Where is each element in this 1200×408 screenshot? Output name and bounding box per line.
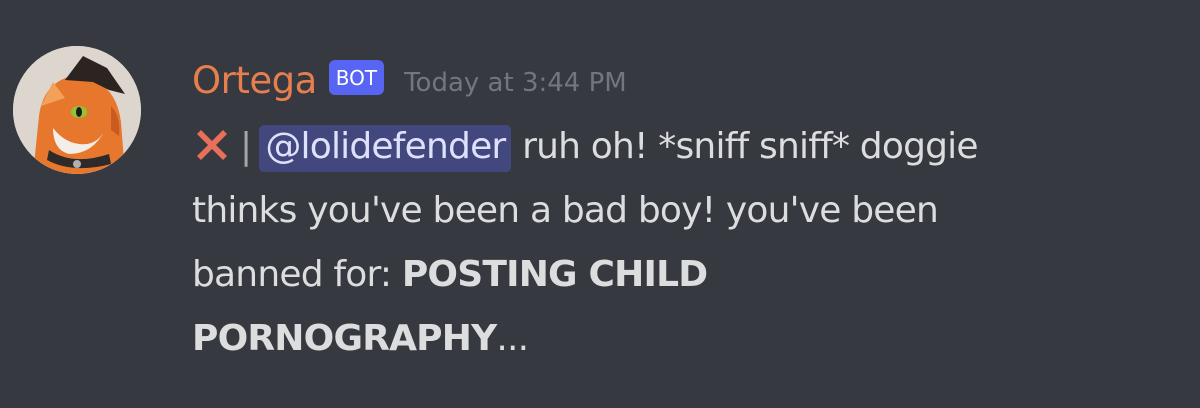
message-text-line-3: banned for: [192, 254, 392, 295]
cross-mark-icon [192, 125, 232, 165]
timestamp[interactable]: Today at 3:44 PM [404, 68, 627, 98]
message-header: Ortega BOT Today at 3:44 PM [192, 52, 627, 108]
message-text-line-1: ruh oh! *sniff sniff* doggie [522, 126, 978, 167]
chat-message: Ortega BOT Today at 3:44 PM | @lolidefend… [0, 0, 1200, 408]
ellipsis: ... [496, 318, 529, 359]
message-line-1: | @lolidefender ruh oh! *sniff sniff* dog… [192, 115, 1182, 179]
separator: | [240, 126, 252, 167]
message-line-3: banned for: POSTING CHILD [192, 243, 1182, 307]
message-text-line-2: thinks you've been a bad boy! you've bee… [192, 190, 939, 231]
message-line-4: PORNOGRAPHY... [192, 307, 1182, 371]
username[interactable]: Ortega [192, 59, 317, 102]
message-line-2: thinks you've been a bad boy! you've bee… [192, 179, 1182, 243]
avatar-image [13, 46, 141, 174]
bot-tag: BOT [328, 59, 385, 95]
ban-reason-part-2: PORNOGRAPHY [192, 318, 497, 359]
ban-reason-part-1: POSTING CHILD [401, 254, 708, 295]
user-mention[interactable]: @lolidefender [259, 125, 512, 172]
message-content: | @lolidefender ruh oh! *sniff sniff* dog… [192, 115, 1182, 371]
avatar[interactable] [13, 46, 141, 174]
